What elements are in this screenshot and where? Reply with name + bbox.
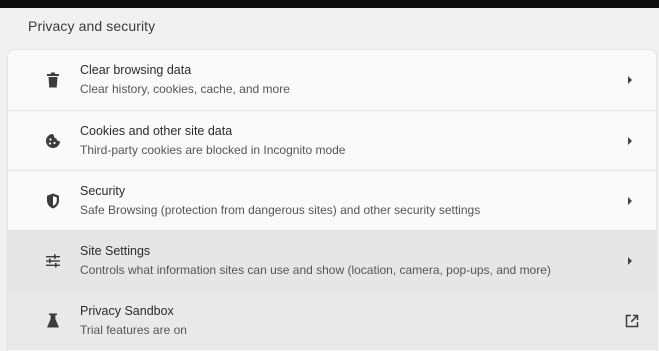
row-sublabel: Clear history, cookies, cache, and more [80,82,290,96]
cookie-icon [38,133,68,149]
chevron-right-icon [620,256,640,266]
row-label: Privacy Sandbox [80,303,174,318]
chevron-right-icon [620,136,640,146]
row-label: Clear browsing data [80,63,192,77]
section-title: Privacy and security [28,18,156,34]
row-sublabel: Safe Browsing (protection from dangerous… [80,202,481,217]
privacy-card: Clear browsing data Clear history, cooki… [8,50,656,351]
chevron-right-icon [620,75,640,85]
flask-icon [38,313,68,329]
settings-page: Privacy and security Clear browsing data… [0,0,659,351]
row-security[interactable]: Security Safe Browsing (protection from … [8,170,656,230]
row-sublabel: Third-party cookies are blocked in Incog… [80,142,346,157]
row-sublabel: Trial features are on [80,322,187,337]
external-link-icon [622,314,642,328]
row-cookies[interactable]: Cookies and other site data Third-party … [8,110,656,170]
row-privacy-sandbox[interactable]: Privacy Sandbox Trial features are on [8,290,656,350]
row-site-settings[interactable]: Site Settings Controls what information … [8,230,656,290]
sliders-icon [38,253,68,268]
trash-icon [38,72,68,88]
row-clear-browsing-data[interactable]: Clear browsing data Clear history, cooki… [8,50,656,110]
row-label: Security [80,183,126,198]
row-label: Site Settings [80,243,151,258]
row-label: Cookies and other site data [80,123,233,138]
row-sublabel: Controls what information sites can use … [80,262,551,277]
chevron-right-icon [620,196,640,206]
shield-icon [38,193,68,209]
top-strip [0,0,659,8]
